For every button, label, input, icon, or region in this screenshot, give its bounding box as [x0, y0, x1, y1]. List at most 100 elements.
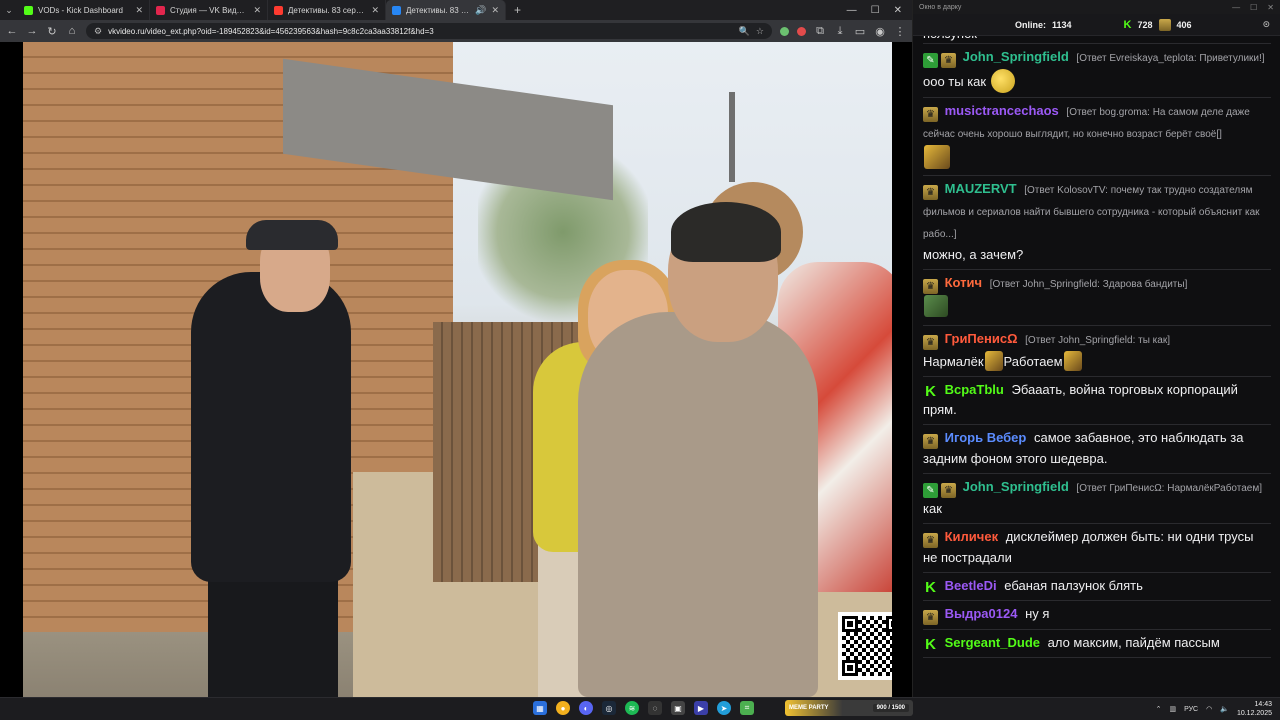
chat-message: ♛ Киличек дисклеймер должен быть: ни одн… — [923, 524, 1271, 573]
chat-username[interactable]: musictrancechaos — [945, 103, 1059, 118]
trophy-badge-icon: ♛ — [923, 107, 938, 122]
discord-icon[interactable]: ◐ — [579, 701, 593, 715]
chat-overlay-window: Окно в дарку — ☐ ✕ Online: 1134 K 728 40… — [912, 0, 1280, 697]
url-text[interactable]: vkvideo.ru/video_ext.php?oid=-189452823&… — [108, 27, 733, 36]
tray-chevron-icon[interactable]: ⌃ — [1156, 705, 1162, 713]
chat-username[interactable]: Sergeant_Dude — [945, 635, 1040, 650]
spotify-icon[interactable]: ≋ — [625, 701, 639, 715]
steam-icon[interactable]: ◎ — [602, 701, 616, 715]
language-indicator[interactable]: РУС — [1184, 706, 1198, 713]
video-player[interactable] — [23, 42, 892, 697]
tab-detectives-1[interactable]: Детективы. 83 серия. Мужско... ✕ — [268, 0, 386, 20]
minimize-icon[interactable]: — — [847, 5, 857, 16]
address-bar[interactable]: ⚙ vkvideo.ru/video_ext.php?oid=-18945282… — [86, 23, 772, 39]
cat-emote-icon — [924, 295, 948, 317]
profile-icon[interactable]: ◉ — [874, 25, 886, 38]
site-info-icon[interactable]: ⚙ — [94, 26, 102, 37]
utility-pole — [729, 92, 735, 182]
telegram-icon[interactable]: ➤ — [717, 701, 731, 715]
trophy-badge-icon: ♛ — [941, 53, 956, 68]
media-player-icon[interactable]: ▶ — [694, 701, 708, 715]
forward-icon[interactable]: → — [26, 25, 38, 37]
chat-username[interactable]: Котич — [945, 275, 982, 290]
app-green-icon[interactable]: ⌗ — [740, 701, 754, 715]
close-window-icon[interactable]: ✕ — [1267, 3, 1274, 12]
chat-message: ✎ ♛ John_Springfield [Ответ ГриПенисΩ: На… — [923, 474, 1271, 524]
chat-username[interactable]: John_Springfield — [963, 49, 1069, 64]
clock[interactable]: 14:43 10.12.2025 — [1237, 700, 1272, 718]
chrome-icon[interactable]: ● — [556, 701, 570, 715]
minimize-icon[interactable]: — — [1232, 3, 1240, 12]
kick-logo-icon: K — [1123, 18, 1132, 31]
chat-username[interactable]: ВсраТblu — [945, 382, 1004, 397]
meme-party-widget[interactable]: MEME PARTY 900 / 1500 — [785, 700, 913, 716]
chat-text: ало максим, пайдём пассым — [1047, 635, 1220, 650]
man-jacket-hair — [671, 202, 781, 262]
app-icon[interactable]: ▣ — [671, 701, 685, 715]
chat-username[interactable]: MAUZERVT — [945, 181, 1017, 196]
extensions-puzzle-icon[interactable]: ⧉ — [814, 25, 826, 38]
volume-icon[interactable]: 🔈 — [1220, 705, 1229, 713]
tab-search-icon[interactable]: ⌄ — [0, 0, 18, 20]
extension-icon[interactable] — [780, 26, 789, 36]
new-tab-button[interactable]: + — [506, 3, 529, 17]
moderator-pencil-icon: ✎ — [923, 53, 938, 68]
reload-icon[interactable]: ↻ — [46, 25, 58, 38]
dancing-emote-icon — [984, 351, 1003, 371]
dancing-emote-icon — [924, 145, 950, 169]
browser-window: ⌄ VODs - Kick Dashboard ✕ Студия — VK Ви… — [0, 0, 912, 697]
reply-quote: [Ответ Evreiskaya_teplota: Приветулики!] — [1076, 53, 1265, 64]
close-icon[interactable]: ✕ — [491, 5, 499, 16]
back-icon[interactable]: ← — [6, 25, 18, 37]
maximize-icon[interactable]: ☐ — [1250, 3, 1257, 12]
video-favicon-icon — [274, 5, 283, 15]
chat-username[interactable]: Выдра0124 — [945, 606, 1018, 621]
tab-vk-studio[interactable]: Студия — VK Видео Live ✕ — [150, 0, 268, 20]
menu-icon[interactable]: ⋮ — [894, 25, 906, 38]
tab-title: Студия — VK Видео Live — [170, 5, 248, 15]
download-icon[interactable]: ⤓ — [834, 25, 846, 38]
speaker-icon[interactable]: 🔊 — [475, 5, 486, 16]
online-count: 1134 — [1052, 19, 1072, 30]
settings-icon[interactable]: ⊙ — [1262, 19, 1270, 30]
widget-label: MEME PARTY — [789, 705, 829, 711]
qr-code — [838, 612, 892, 680]
trophy-badge-icon: ♛ — [923, 185, 938, 200]
tab-detectives-2[interactable]: Детективы. 83 серия. Мужс 🔊 ✕ — [386, 0, 506, 20]
tab-kick-dashboard[interactable]: VODs - Kick Dashboard ✕ — [18, 0, 150, 20]
kick-viewer-count: 728 — [1137, 19, 1153, 30]
clock-time: 14:43 — [1254, 701, 1272, 708]
home-icon[interactable]: ⌂ — [66, 25, 78, 37]
page-viewport — [0, 42, 912, 697]
wifi-icon[interactable]: ◠ — [1206, 705, 1212, 713]
start-windows-icon[interactable]: ▦ — [533, 701, 547, 715]
kick-badge-icon: K — [925, 579, 936, 596]
zoom-icon[interactable]: 🔍 — [739, 26, 750, 37]
trophy-badge-icon: ♛ — [923, 434, 938, 449]
window-controls: — ☐ ✕ — [847, 5, 912, 16]
kick-favicon-icon — [24, 5, 33, 15]
chat-username[interactable]: BeetleDi — [945, 578, 997, 593]
chat-username[interactable]: Киличек — [945, 529, 998, 544]
close-icon[interactable]: ✕ — [371, 5, 379, 16]
obs-icon[interactable]: ◌ — [648, 701, 662, 715]
chat-username[interactable]: Игорь Вебер — [945, 430, 1027, 445]
trophy-badge-icon: ♛ — [923, 533, 938, 548]
maximize-icon[interactable]: ☐ — [871, 5, 880, 16]
system-tray: ⌃ ▥ РУС ◠ 🔈 14:43 10.12.2025 — [1156, 700, 1272, 718]
guard-cap — [246, 220, 338, 250]
network-icon[interactable]: ▥ — [1169, 705, 1176, 713]
extension-record-icon[interactable] — [797, 26, 806, 36]
close-icon[interactable]: ✕ — [135, 5, 143, 16]
bookmark-star-icon[interactable]: ☆ — [756, 26, 764, 37]
chat-feed[interactable]: ползунок ✎♛ John_Springfield [Ответ Evre… — [913, 36, 1280, 697]
close-icon[interactable]: ✕ — [253, 5, 261, 16]
tab-strip: ⌄ VODs - Kick Dashboard ✕ Студия — VK Ви… — [0, 0, 912, 20]
chat-message: ♛ Котич [Ответ John_Springfield: Здарова… — [923, 270, 1271, 326]
sidebar-icon[interactable]: ▭ — [854, 25, 866, 38]
chat-text: ооо ты как — [923, 74, 987, 89]
close-window-icon[interactable]: ✕ — [894, 5, 902, 16]
man-jacket-figure — [578, 312, 818, 697]
chat-username[interactable]: ГриПенисΩ — [945, 331, 1018, 346]
chat-username[interactable]: John_Springfield — [963, 479, 1069, 494]
